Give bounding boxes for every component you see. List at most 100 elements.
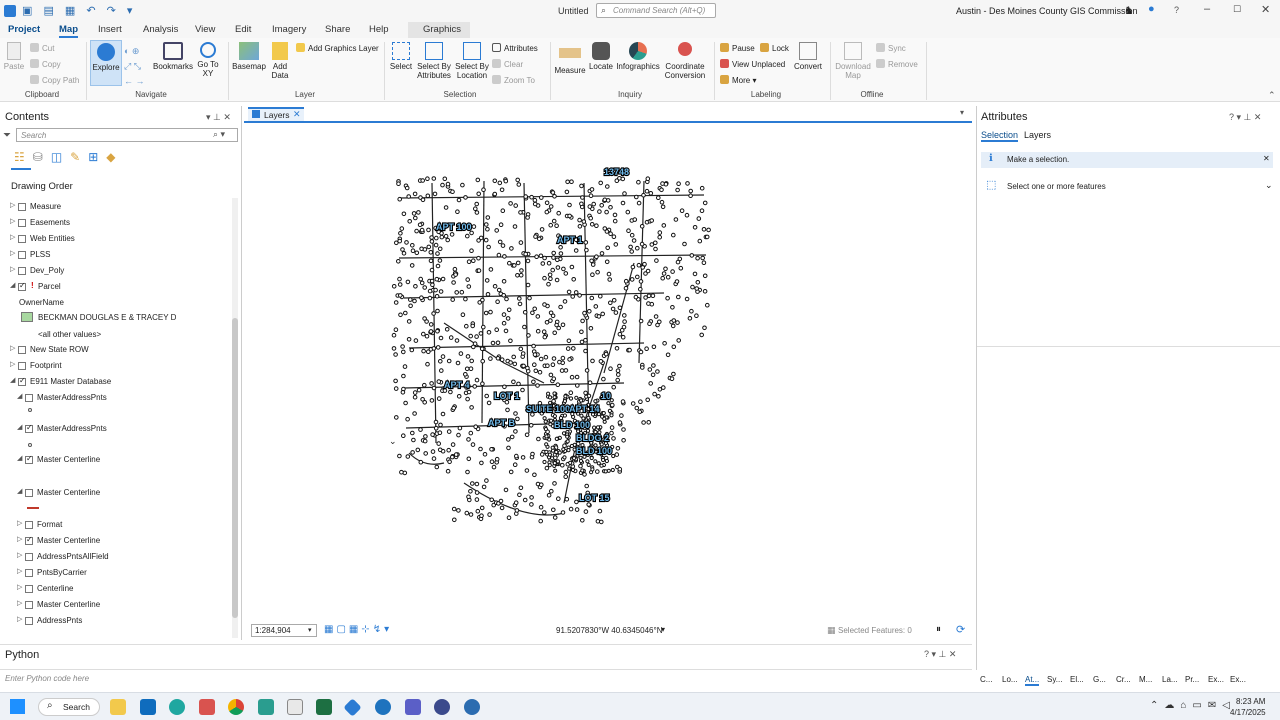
zoom-to-button[interactable]: Zoom To [492, 75, 535, 85]
chevron-down-icon[interactable]: ⌄ [1265, 180, 1273, 191]
refresh-icon[interactable]: ⟳ [956, 623, 965, 636]
quick-access-icons[interactable]: ▣ ▤ ▦ ↶ ↷ ▾ [22, 4, 136, 17]
locate-button[interactable]: Locate [588, 42, 614, 71]
edge-icon[interactable] [169, 699, 185, 715]
layer-checkbox[interactable] [18, 203, 26, 211]
org-name[interactable]: Austin - Des Moines County GIS Commissio… [956, 6, 1138, 16]
county-map[interactable]: 13748APT 100APT 1APT 4LOT 1SUITE 100APT … [244, 123, 972, 623]
tab-map[interactable]: Map [59, 24, 78, 38]
expand-icon[interactable]: ▷ [10, 360, 15, 368]
data-source-icon[interactable]: ⛁ [33, 150, 51, 164]
layer-checkbox[interactable] [25, 601, 33, 609]
sheets-icon[interactable] [287, 699, 303, 715]
layer-checkbox[interactable] [18, 346, 26, 354]
collapse-ribbon-icon[interactable]: ⌃ [1268, 90, 1276, 101]
outlook-icon[interactable] [140, 699, 156, 715]
infographics-button[interactable]: Infographics [614, 42, 662, 71]
layer-checkbox[interactable] [25, 553, 33, 561]
layer-checkbox[interactable] [25, 569, 33, 577]
remove-button[interactable]: Remove [876, 59, 918, 69]
layer-checkbox[interactable] [18, 362, 26, 370]
help-icon[interactable]: ? [1174, 5, 1179, 15]
expand-icon[interactable]: ▷ [17, 615, 22, 623]
layer-checkbox[interactable] [18, 235, 26, 243]
layer-checkbox[interactable] [18, 281, 26, 291]
filter-icon[interactable]: ⏷ [3, 130, 11, 141]
selection-view-icon[interactable]: ◫ [51, 150, 70, 164]
scrollbar-thumb[interactable] [232, 318, 238, 618]
dock-tab[interactable]: El... [1070, 675, 1084, 684]
dock-tab-active[interactable]: At... [1025, 675, 1040, 686]
layer-checkbox[interactable] [25, 394, 33, 402]
expand-icon[interactable]: ▷ [17, 567, 22, 575]
expand-icon[interactable]: ▷ [10, 233, 15, 241]
layer-checkbox[interactable] [18, 267, 26, 275]
convert-button[interactable]: Convert [792, 42, 824, 71]
copy-path-button[interactable]: Copy Path [30, 75, 79, 85]
select-button[interactable]: Select [388, 42, 414, 71]
labeling-view-icon[interactable]: ◆ [106, 150, 123, 164]
collapse-icon[interactable]: ◢ [10, 281, 15, 289]
snapping-icon[interactable]: ⊞ [88, 150, 106, 164]
map-view[interactable]: Layers ✕ ▾ 13748 APT 100 APT 1 APT 4 LOT 1 SU… [244, 106, 972, 640]
calculator-icon[interactable] [258, 699, 274, 715]
account-icon[interactable]: ♞ [1124, 4, 1134, 17]
download-map-button[interactable]: Download Map [834, 42, 872, 80]
tab-project[interactable]: Project [8, 24, 40, 35]
paste-button[interactable]: Paste [2, 42, 26, 71]
command-search[interactable]: ⌕ Command Search (Alt+Q) [596, 3, 716, 18]
teams-icon[interactable] [405, 699, 421, 715]
chrome-icon[interactable] [228, 699, 244, 715]
collapse-icon[interactable]: ◢ [17, 392, 22, 400]
clock-date[interactable]: 4/17/2025 [1230, 708, 1266, 717]
layer-checkbox[interactable] [25, 423, 33, 433]
explore-button[interactable]: Explore [90, 40, 122, 86]
coordinate-conversion-button[interactable]: Coordinate Conversion [662, 42, 708, 80]
clear-button[interactable]: Clear [492, 59, 523, 69]
attributes-pane-controls[interactable]: ? ▾ ⊥ ✕ [1229, 112, 1261, 123]
expand-icon[interactable]: ▷ [10, 265, 15, 273]
dock-tab[interactable]: M... [1139, 675, 1152, 684]
pause-drawing-icon[interactable]: ⏸ [936, 624, 941, 635]
layer-checkbox[interactable] [25, 617, 33, 625]
dock-tab[interactable]: G... [1093, 675, 1106, 684]
expand-icon[interactable]: ▷ [10, 249, 15, 257]
tab-selection[interactable]: Selection [981, 130, 1019, 142]
arcgis-pro-icon[interactable] [464, 699, 480, 715]
layer-checkbox[interactable] [18, 376, 26, 386]
remote-app-icon[interactable] [343, 698, 362, 717]
add-graphics-layer-button[interactable]: Add Graphics Layer [296, 43, 379, 53]
collapse-icon[interactable]: ◢ [17, 454, 22, 462]
attributes-button[interactable]: Attributes [492, 43, 538, 53]
cut-button[interactable]: Cut [30, 43, 54, 53]
more-labeling-button[interactable]: More ▾ [720, 75, 756, 85]
layer-checkbox[interactable] [25, 454, 33, 464]
dock-tab[interactable]: Pr... [1185, 675, 1199, 684]
tab-share[interactable]: Share [325, 24, 350, 35]
basemap-button[interactable]: Basemap [232, 42, 266, 71]
expand-icon[interactable]: ▷ [10, 217, 15, 225]
close-icon[interactable]: ✕ [1263, 154, 1270, 163]
tab-graphics[interactable]: Graphics [423, 24, 461, 35]
dock-tab[interactable]: Ex... [1208, 675, 1224, 684]
copy-button[interactable]: Copy [30, 59, 61, 69]
pause-labeling-button[interactable]: Pause [720, 43, 755, 53]
windows-start-icon[interactable] [10, 699, 25, 714]
expand-icon[interactable]: ▷ [17, 535, 22, 543]
arcgis-app-icon[interactable] [375, 699, 391, 715]
expand-icon[interactable]: ▷ [17, 583, 22, 591]
bookmarks-button[interactable]: Bookmarks [152, 42, 194, 71]
sync-button[interactable]: Sync [876, 43, 906, 53]
view-unplaced-button[interactable]: View Unplaced [720, 59, 785, 69]
tab-layers[interactable]: Layers [1024, 130, 1051, 140]
scale-input[interactable]: 1:284,904 ▾ [251, 624, 317, 637]
dock-tab[interactable]: Lo... [1002, 675, 1018, 684]
tab-menu-icon[interactable]: ▾ [960, 108, 964, 117]
tab-imagery[interactable]: Imagery [272, 24, 306, 35]
goto-xy-button[interactable]: Go To XY [196, 42, 220, 78]
contents-scrollbar[interactable] [232, 198, 238, 638]
contents-view-icons[interactable]: ☷⛁◫✎⊞◆ [14, 150, 124, 164]
expand-icon[interactable]: ▷ [17, 551, 22, 559]
expand-icon[interactable]: ▷ [17, 599, 22, 607]
layer-checkbox[interactable] [18, 219, 26, 227]
